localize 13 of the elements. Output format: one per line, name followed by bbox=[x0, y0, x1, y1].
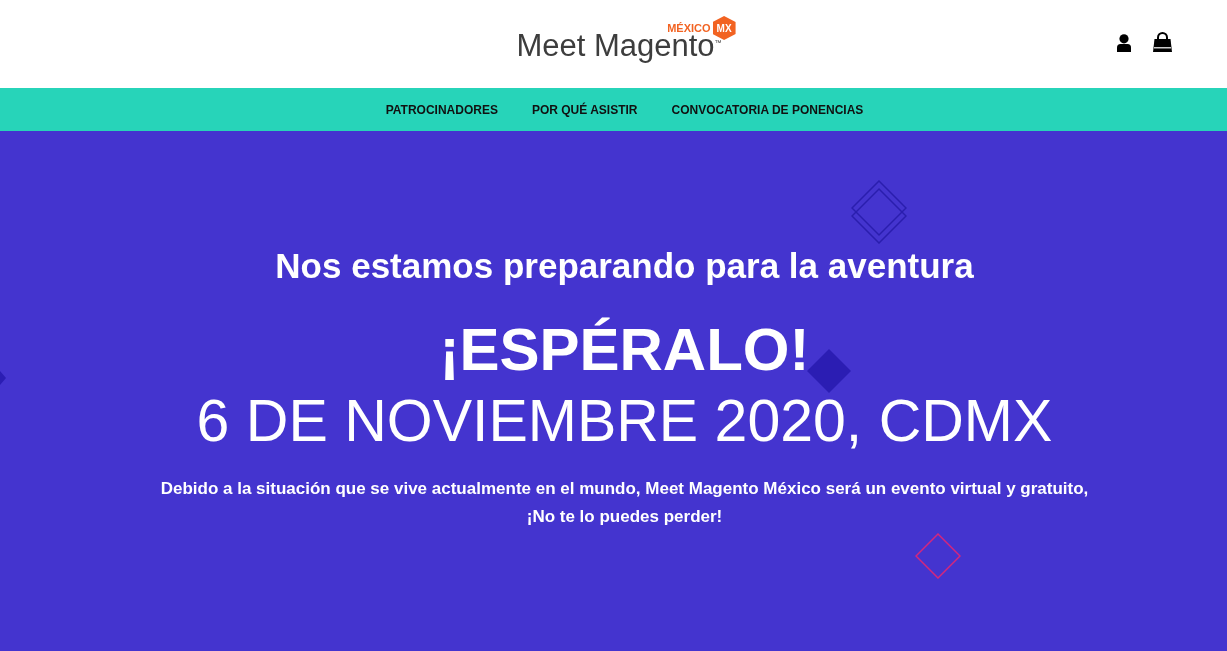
hero-title: ¡ESPÉRALO! bbox=[439, 317, 810, 383]
half-diamond-icon bbox=[0, 371, 6, 385]
nav-link[interactable]: CONVOCATORIA DE PONENCIAS bbox=[671, 100, 864, 119]
double-diamond-icon bbox=[851, 180, 907, 244]
nav-link[interactable]: POR QUÉ ASISTIR bbox=[531, 100, 638, 119]
event-date: 6 DE NOVIEMBRE 2020, CDMX bbox=[196, 394, 1053, 448]
diamond-outline-icon bbox=[915, 533, 961, 579]
account-icon[interactable] bbox=[1117, 34, 1131, 52]
shopping-bag-icon[interactable] bbox=[1153, 32, 1172, 52]
hero-subtitle: Nos estamos preparando para la aventura bbox=[275, 246, 974, 286]
diamond-icon bbox=[807, 349, 851, 393]
nav-link[interactable]: PATROCINADORES bbox=[385, 100, 498, 119]
hero-description: Debido a la situación que se vive actualmente en el mundo, Meet Magento México será un evento virtual y gratuito, ¡No te lo puedes perder! bbox=[160, 478, 1089, 528]
